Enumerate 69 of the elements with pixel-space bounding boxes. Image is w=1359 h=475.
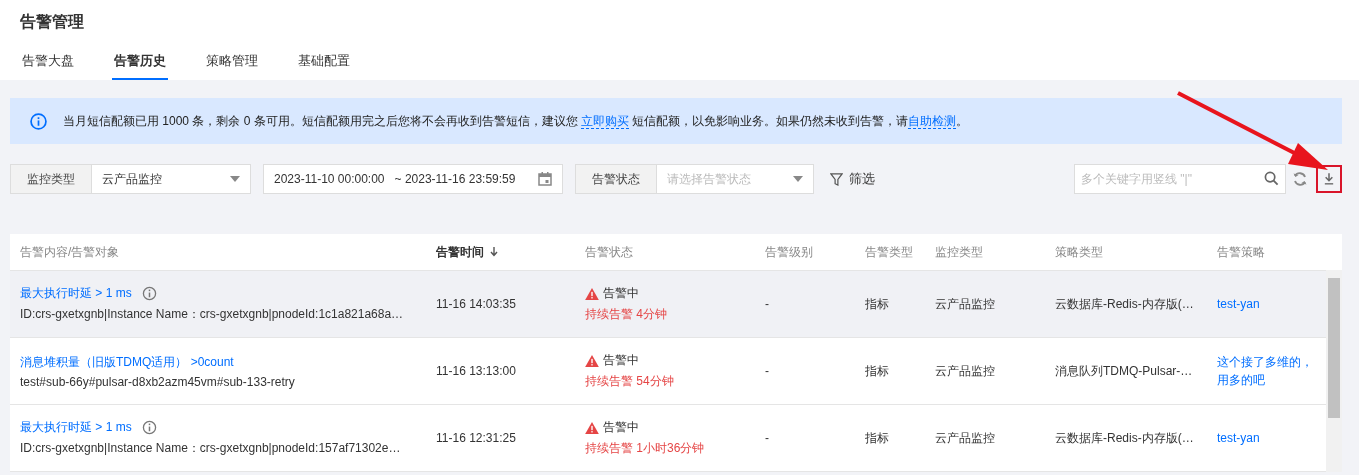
- info-icon[interactable]: [141, 420, 157, 435]
- column-header[interactable]: 告警类型: [865, 243, 913, 261]
- date-range-field[interactable]: 2023-11-10 00:00:00 ~ 2023-11-16 23:59:59: [263, 164, 563, 194]
- tab[interactable]: 基础配置: [296, 52, 352, 80]
- calendar-icon[interactable]: [538, 172, 552, 186]
- self-check-link[interactable]: 自助检测: [908, 113, 957, 129]
- caret-icon[interactable]: [793, 176, 803, 182]
- table-row[interactable]: 最大执行时延 > 1 ms ID:crs-gxetxgnb|Instance Name：crs-gxetxgnb|pnodeId:1c1a821a68a… 11-16 14:03:35 告警中 持续告警 4分钟 - 指标 云产品监控 云数据库-Redis-内存版(… test-yan: [10, 271, 1326, 338]
- buy-link[interactable]: 立即购买: [581, 113, 630, 129]
- table-cell: 指标: [865, 430, 889, 445]
- column-header[interactable]: 告警内容/告警对象: [20, 243, 120, 261]
- sort-arrow-icon[interactable]: [490, 247, 498, 257]
- notice-text: 当月短信配额已用 1000 条，剩余 0 条可用。短信配额用完之后您将不会再收到告警短信，建议您 立即购买 短信配额，以免影响业务。如果仍然未收到告警，请自助检测。: [63, 112, 969, 130]
- info-icon[interactable]: [141, 286, 157, 301]
- info-icon: [30, 112, 47, 130]
- alarm-title-link[interactable]: 最大执行时延 > 1 ms: [20, 419, 132, 436]
- page-title: 告警管理: [20, 12, 85, 32]
- alarm-object: ID:crs-gxetxgnb|Instance Name：crs-gxetxgnb|pnodeId:1c1a821a68a…: [20, 306, 405, 323]
- download-button[interactable]: [1316, 165, 1342, 193]
- filter-label: 监控类型: [10, 164, 92, 194]
- tab[interactable]: 告警历史: [112, 52, 168, 80]
- caret-icon[interactable]: [230, 176, 240, 182]
- alarm-duration: 持续告警 4分钟: [585, 306, 668, 323]
- filter-label: 告警状态: [575, 164, 657, 194]
- alarm-duration: 持续告警 54分钟: [585, 373, 675, 390]
- table-cell: -: [765, 297, 769, 311]
- table-cell: 11-16 14:03:35: [436, 297, 516, 311]
- table-cell: -: [765, 431, 769, 445]
- table-cell: 云产品监控: [935, 430, 995, 445]
- scrollbar[interactable]: [1326, 270, 1342, 472]
- table-cell: 云产品监控: [935, 296, 995, 311]
- column-header[interactable]: 策略类型: [1055, 243, 1103, 261]
- funnel-icon: [830, 172, 843, 186]
- table-cell: 消息队列TDMQ-Pulsar-…: [1055, 363, 1193, 378]
- column-header[interactable]: 告警状态: [585, 243, 633, 261]
- warning-icon: [585, 421, 599, 434]
- column-header[interactable]: 告警策略: [1217, 243, 1265, 261]
- table-cell: 11-16 12:31:25: [436, 431, 516, 445]
- table-cell: 云数据库-Redis-内存版(…: [1055, 430, 1194, 445]
- table-cell: -: [765, 364, 769, 378]
- policy-link[interactable]: test-yan: [1217, 429, 1322, 447]
- alarm-duration: 持续告警 1小时36分钟: [585, 440, 706, 457]
- warning-icon: [585, 354, 599, 367]
- policy-link[interactable]: test-yan: [1217, 295, 1322, 313]
- monitor-type-select[interactable]: 云产品监控: [92, 164, 251, 194]
- search-icon[interactable]: [1264, 171, 1279, 186]
- column-header[interactable]: 监控类型: [935, 243, 983, 261]
- search-field[interactable]: 多个关键字用竖线 "|": [1074, 164, 1286, 194]
- alarm-title-link[interactable]: 消息堆积量（旧版TDMQ适用） >0count: [20, 353, 234, 371]
- alarm-status: 告警中: [603, 285, 639, 302]
- refresh-icon[interactable]: [1292, 171, 1308, 187]
- alarm-object: test#sub-66y#pulsar-d8xb2azm45vm#sub-133-retry: [20, 374, 296, 389]
- tab[interactable]: 策略管理: [204, 52, 260, 80]
- policy-link[interactable]: 这个接了多维的，用多的吧: [1217, 353, 1322, 389]
- column-header[interactable]: 告警时间: [436, 243, 498, 261]
- column-header[interactable]: 告警级别: [765, 243, 813, 261]
- table-cell: 指标: [865, 296, 889, 311]
- table-cell: 云产品监控: [935, 363, 995, 378]
- table-cell: 云数据库-Redis-内存版(…: [1055, 296, 1194, 311]
- alarm-status: 告警中: [603, 352, 639, 369]
- alarm-title-link[interactable]: 最大执行时延 > 1 ms: [20, 285, 132, 302]
- alarm-object: ID:crs-gxetxgnb|Instance Name：crs-gxetxgnb|pnodeId:157af71302e…: [20, 440, 402, 457]
- alarm-status: 告警中: [603, 419, 639, 436]
- tab[interactable]: 告警大盘: [20, 52, 76, 80]
- table-cell: 11-16 13:13:00: [436, 364, 516, 378]
- filter-button[interactable]: 筛选: [826, 170, 879, 188]
- table-cell: 指标: [865, 363, 889, 378]
- download-icon: [1324, 173, 1334, 185]
- warning-icon: [585, 287, 599, 300]
